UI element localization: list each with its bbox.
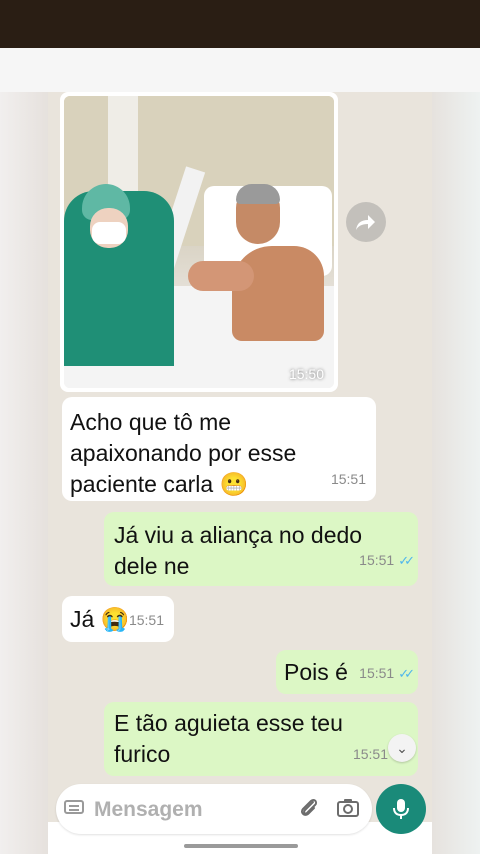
message-bubble-incoming[interactable]: Já 😭 15:51 [62,596,174,642]
message-meta: 15:51 ✓✓ [359,658,415,689]
message-line: Acho que tô me [70,409,232,435]
message-input[interactable] [92,794,286,826]
message-composer[interactable] [56,784,372,834]
double-chevron-down-icon: ⌄ [396,739,408,756]
voice-record-button[interactable] [376,784,426,834]
top-status-area [0,0,480,48]
message-time: 15:51 [352,746,388,762]
hospital-photo[interactable]: 15:50 [64,96,334,388]
keyboard-icon[interactable] [64,800,84,814]
photo-heart-hands [188,261,254,291]
blurred-left-margin [0,92,48,854]
photo-timestamp: 15:50 [288,366,324,382]
read-ticks-icon: ✓✓ [398,666,415,681]
chat-area[interactable]: Hoje 15:50 Acho que tô me apaixonando po… [48,92,432,822]
microphone-icon [393,799,409,819]
message-line: paciente carla 😬 [70,471,249,497]
message-line: E tão aguieta esse teu [114,710,343,736]
message-bubble-incoming[interactable]: Acho que tô me apaixonando por esse paci… [62,397,376,501]
forward-icon [356,215,375,230]
message-time: 15:51 [359,665,395,681]
message-meta: 15:51 ✓✓ [359,545,415,576]
message-line: apaixonando por esse [70,440,297,466]
message-time: 15:51 [330,471,366,487]
blurred-right-margin [432,92,480,854]
photo-patient [232,246,324,341]
camera-icon[interactable] [336,796,360,820]
message-time: 15:51 [128,612,164,628]
message-time: 15:51 [359,552,395,568]
message-bubble-outgoing[interactable]: Já viu a aliança no dedo dele ne 15:51 ✓✓ [104,512,418,586]
photo-message[interactable]: 15:50 [60,92,338,392]
forward-button[interactable] [346,202,386,242]
home-indicator [184,844,298,848]
blurred-header [0,48,480,92]
photo-nurse-mask [92,222,126,244]
photo-patient-hair [236,184,280,204]
message-bubble-outgoing[interactable]: E tão aguieta esse teu furico 15:51 [104,702,418,776]
scroll-to-bottom-button[interactable]: ⌄ [388,734,416,762]
paperclip-icon[interactable] [298,796,320,820]
message-bubble-outgoing[interactable]: Pois é 15:51 ✓✓ [276,650,418,694]
read-ticks-icon: ✓✓ [398,553,415,568]
